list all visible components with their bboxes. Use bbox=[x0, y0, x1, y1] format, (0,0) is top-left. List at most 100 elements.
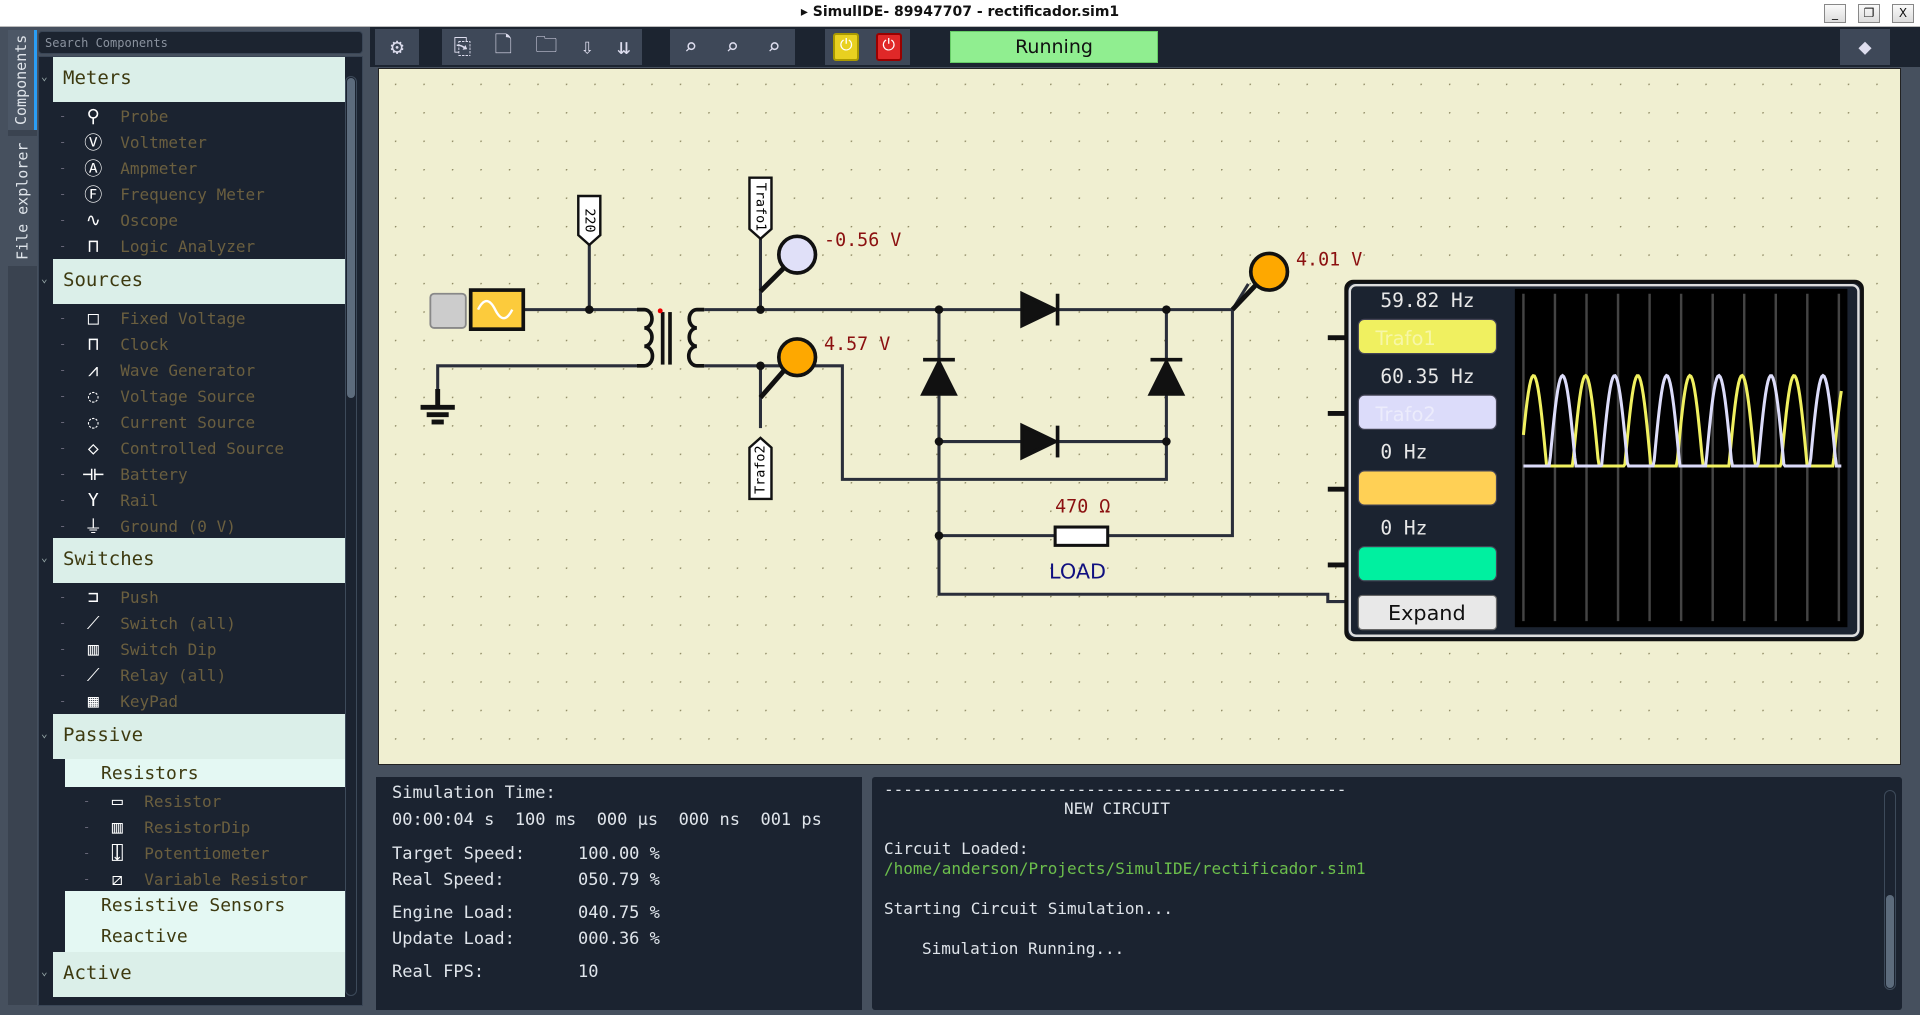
new-circuit-icon[interactable]: ⎘ bbox=[454, 35, 472, 60]
console-scrollbar-thumb[interactable] bbox=[1886, 895, 1894, 988]
maximize-button[interactable]: ❐ bbox=[1858, 4, 1880, 23]
category-label: Active bbox=[63, 962, 132, 984]
component-item[interactable]: - ⟋ Relay (all) bbox=[59, 662, 226, 688]
component-item[interactable]: - □ Fixed Voltage bbox=[59, 305, 245, 331]
component-icon: Ⓐ bbox=[84, 159, 103, 180]
component-item[interactable]: - ⊓ Clock bbox=[59, 331, 168, 357]
close-button[interactable]: X bbox=[1892, 4, 1914, 23]
console-running: Simulation Running... bbox=[922, 939, 1125, 958]
pause-button[interactable]: ⏻ bbox=[833, 33, 860, 61]
stop-button[interactable]: ⏻ bbox=[875, 33, 902, 61]
file-toolbar-group: ⎘ 🗋 🗀 ⇩ ⇊ bbox=[442, 29, 642, 65]
channel-button[interactable] bbox=[1357, 470, 1498, 506]
real-speed-value: 050.79 % bbox=[578, 870, 660, 890]
component-label: Ampmeter bbox=[120, 158, 198, 178]
save-as-icon[interactable]: ⇊ bbox=[617, 35, 630, 60]
component-item[interactable]: - ⊓ Logic Analyzer bbox=[59, 233, 255, 259]
component-item[interactable]: - ◇ Controlled Source bbox=[59, 435, 284, 461]
subcategory-reactive[interactable]: Reactive bbox=[65, 922, 345, 952]
zoom-one-icon[interactable]: ⌕ bbox=[768, 35, 781, 60]
search-input[interactable]: Search Components bbox=[38, 31, 363, 54]
tag-trafo1[interactable]: Trafo1 bbox=[748, 176, 773, 241]
tag-220[interactable]: 220 bbox=[577, 194, 602, 247]
tree-branch: - bbox=[59, 135, 67, 149]
component-icon: ▦ bbox=[87, 690, 99, 712]
resistor-load[interactable]: 470 Ω LOAD bbox=[1049, 496, 1110, 583]
zoom-toolbar-group: ⌕ ⌕ ⌕ bbox=[670, 29, 795, 65]
component-item[interactable]: - ◌ Voltage Source bbox=[59, 383, 255, 409]
new-file-icon[interactable]: 🗋 bbox=[494, 28, 512, 66]
component-item[interactable]: - ▭ Resistor bbox=[83, 788, 221, 814]
category-sources[interactable]: ⌄ Sources bbox=[41, 259, 345, 304]
open-folder-icon[interactable]: 🗀 bbox=[535, 28, 557, 66]
component-item[interactable]: - ⩘ Wave Generator bbox=[59, 357, 255, 383]
category-switches[interactable]: ⌄ Switches bbox=[41, 538, 345, 583]
tag-label: 220 bbox=[581, 208, 596, 232]
component-label: Oscope bbox=[120, 210, 179, 230]
circuit-diagram[interactable]: 220 Trafo1 Trafo2 -0.56 V 4.57 V 4.01 V … bbox=[379, 69, 1900, 764]
tree-branch: - bbox=[59, 239, 67, 253]
component-icon: ◌ bbox=[87, 411, 99, 433]
channel-frequency: 0 Hz bbox=[1380, 516, 1427, 539]
component-label: Potentiometer bbox=[144, 843, 270, 863]
subcategory-label: Reactive bbox=[101, 926, 188, 947]
component-item[interactable]: - ▥ ResistorDip bbox=[83, 814, 250, 840]
component-item[interactable]: - ▥ Switch Dip bbox=[59, 636, 217, 662]
chevron-down-icon[interactable]: ⌄ bbox=[41, 551, 48, 564]
component-label: Voltmeter bbox=[120, 132, 207, 152]
circuit-canvas[interactable]: 220 Trafo1 Trafo2 -0.56 V 4.57 V 4.01 V … bbox=[378, 68, 1901, 765]
chevron-down-icon[interactable]: ⌄ bbox=[41, 272, 48, 285]
component-item[interactable]: - Ⓥ Voltmeter bbox=[59, 129, 207, 155]
category-active[interactable]: ⌄ Active bbox=[41, 952, 345, 997]
chevron-down-icon[interactable]: ⌄ bbox=[41, 965, 48, 978]
component-item[interactable]: - ⊣⊢ Battery bbox=[59, 461, 188, 487]
side-tabs: Components File explorer bbox=[8, 30, 37, 1005]
category-passive[interactable]: ⌄ Passive bbox=[41, 714, 345, 759]
component-item[interactable]: - ⧄ Variable Resistor bbox=[83, 866, 308, 892]
tag-trafo2[interactable]: Trafo2 bbox=[748, 436, 773, 501]
component-item[interactable]: - ▦ KeyPad bbox=[59, 688, 178, 714]
subcategory-resistive-sensors[interactable]: Resistive Sensors bbox=[65, 891, 345, 922]
save-icon[interactable]: ⇩ bbox=[581, 35, 594, 60]
engine-load-value: 040.75 % bbox=[578, 903, 660, 923]
tree-branch: - bbox=[59, 187, 67, 201]
tab-file-explorer[interactable]: File explorer bbox=[8, 136, 37, 266]
component-icon: ⊐ bbox=[87, 586, 99, 608]
component-icon: Ⓥ bbox=[84, 133, 103, 154]
component-item[interactable]: - ⏚ Ground (0 V) bbox=[59, 513, 236, 539]
component-label: Clock bbox=[120, 334, 169, 354]
settings-button[interactable]: ⚙ bbox=[375, 29, 419, 65]
oscilloscope[interactable]: 59.82 Hz Trafo1 60.35 Hz Trafo2 0 Hz 0 Hz Exp… bbox=[1327, 279, 1864, 642]
component-item[interactable]: - ⚲ Probe bbox=[59, 103, 168, 129]
tree-scrollbar-thumb[interactable] bbox=[347, 78, 355, 398]
tree-branch: - bbox=[59, 467, 67, 481]
ac-source[interactable] bbox=[429, 288, 526, 331]
zoom-fit-icon[interactable]: ⌕ bbox=[684, 35, 697, 60]
tree-branch: - bbox=[59, 161, 67, 175]
zoom-selection-icon[interactable]: ⌕ bbox=[726, 35, 739, 60]
power-toolbar-group: ⏻ ⏻ bbox=[825, 29, 910, 65]
component-label: Ground (0 V) bbox=[120, 516, 236, 536]
fps-label: Real FPS: bbox=[392, 962, 485, 982]
component-icon: ⍗ bbox=[111, 842, 123, 864]
channel-button[interactable] bbox=[1357, 545, 1498, 582]
component-item[interactable]: - ∿ Oscope bbox=[59, 207, 178, 233]
window-title: ▸ SimulIDE- 89947707 - rectificador.sim1 bbox=[800, 4, 1120, 20]
component-item[interactable]: - Y Rail bbox=[59, 487, 159, 513]
chevron-down-icon[interactable]: ⌄ bbox=[41, 70, 48, 83]
tab-components[interactable]: Components bbox=[8, 30, 37, 130]
component-item[interactable]: - ⍗ Potentiometer bbox=[83, 840, 269, 866]
component-item[interactable]: - Ⓐ Ampmeter bbox=[59, 155, 197, 181]
info-button[interactable]: ◆ bbox=[1840, 29, 1890, 65]
component-item[interactable]: - ⟋ Switch (all) bbox=[59, 610, 236, 636]
tree-branch: - bbox=[59, 389, 67, 403]
component-label: Voltage Source bbox=[120, 386, 256, 406]
subcategory-resistors[interactable]: Resistors bbox=[65, 759, 345, 787]
component-item[interactable]: - ⊐ Push bbox=[59, 584, 159, 610]
component-item[interactable]: - ◌ Current Source bbox=[59, 409, 255, 435]
chevron-down-icon[interactable]: ⌄ bbox=[41, 727, 48, 740]
category-meters[interactable]: ⌄ Meters bbox=[41, 57, 345, 102]
minimize-button[interactable]: _ bbox=[1824, 4, 1846, 23]
component-item[interactable]: - Ⓕ Frequency Meter bbox=[59, 181, 265, 207]
category-label: Switches bbox=[63, 548, 155, 570]
